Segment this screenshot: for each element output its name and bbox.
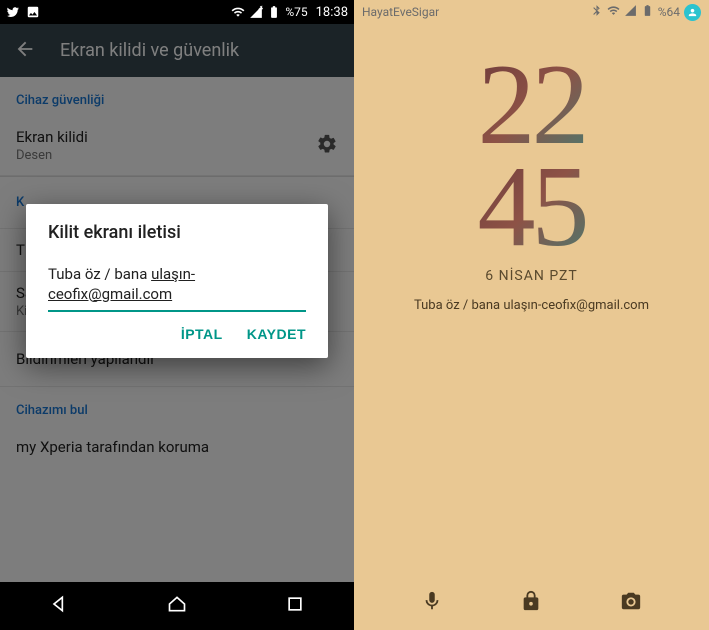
status-bar: HayatEveSigar %64 bbox=[354, 0, 709, 24]
twitter-icon bbox=[6, 5, 20, 19]
mic-icon[interactable] bbox=[421, 590, 443, 616]
signal-icon bbox=[624, 4, 637, 20]
lock-clock: 22 45 bbox=[354, 54, 709, 258]
status-app-label: HayatEveSigar bbox=[362, 5, 439, 19]
battery-icon bbox=[267, 5, 281, 19]
nav-recent-icon[interactable] bbox=[285, 594, 305, 618]
wifi-icon bbox=[607, 4, 620, 20]
lock-date: 6 NİSAN PZT bbox=[354, 268, 709, 284]
cancel-button[interactable]: İPTAL bbox=[181, 326, 223, 342]
user-avatar-icon[interactable] bbox=[684, 4, 701, 21]
lock-icon[interactable] bbox=[520, 590, 542, 616]
battery-percent: %64 bbox=[658, 5, 680, 19]
phone-right-lockscreen: HayatEveSigar %64 22 45 6 NİSAN PZT Tuba… bbox=[354, 0, 709, 630]
dialog-title: Kilit ekranı iletisi bbox=[48, 222, 306, 243]
status-time: 18:38 bbox=[316, 5, 348, 20]
phone-left-settings: %75 18:38 Ekran kilidi ve güvenlik Cihaz… bbox=[0, 0, 354, 630]
nav-back-icon[interactable] bbox=[49, 594, 69, 618]
status-bar: %75 18:38 bbox=[0, 0, 354, 24]
system-nav-bar bbox=[0, 582, 354, 630]
lock-screen-message: Tuba öz / bana ulaşın-ceofix@gmail.com bbox=[354, 298, 709, 313]
battery-icon bbox=[641, 4, 654, 20]
lock-message-dialog: Kilit ekranı iletisi Tuba öz / bana ulaş… bbox=[26, 204, 328, 358]
nav-home-icon[interactable] bbox=[167, 594, 187, 618]
lock-bottom-row bbox=[354, 590, 709, 616]
save-button[interactable]: KAYDET bbox=[247, 326, 306, 342]
image-icon bbox=[26, 5, 40, 19]
signal-icon bbox=[249, 5, 263, 19]
clock-hours: 22 bbox=[354, 54, 709, 156]
clock-minutes: 45 bbox=[354, 156, 709, 258]
wifi-icon bbox=[231, 5, 245, 19]
camera-icon[interactable] bbox=[620, 590, 642, 616]
battery-percent: %75 bbox=[285, 5, 307, 19]
lock-message-input[interactable]: Tuba öz / bana ulaşın-ceofix@gmail.com bbox=[48, 261, 306, 312]
bluetooth-icon bbox=[590, 4, 603, 20]
